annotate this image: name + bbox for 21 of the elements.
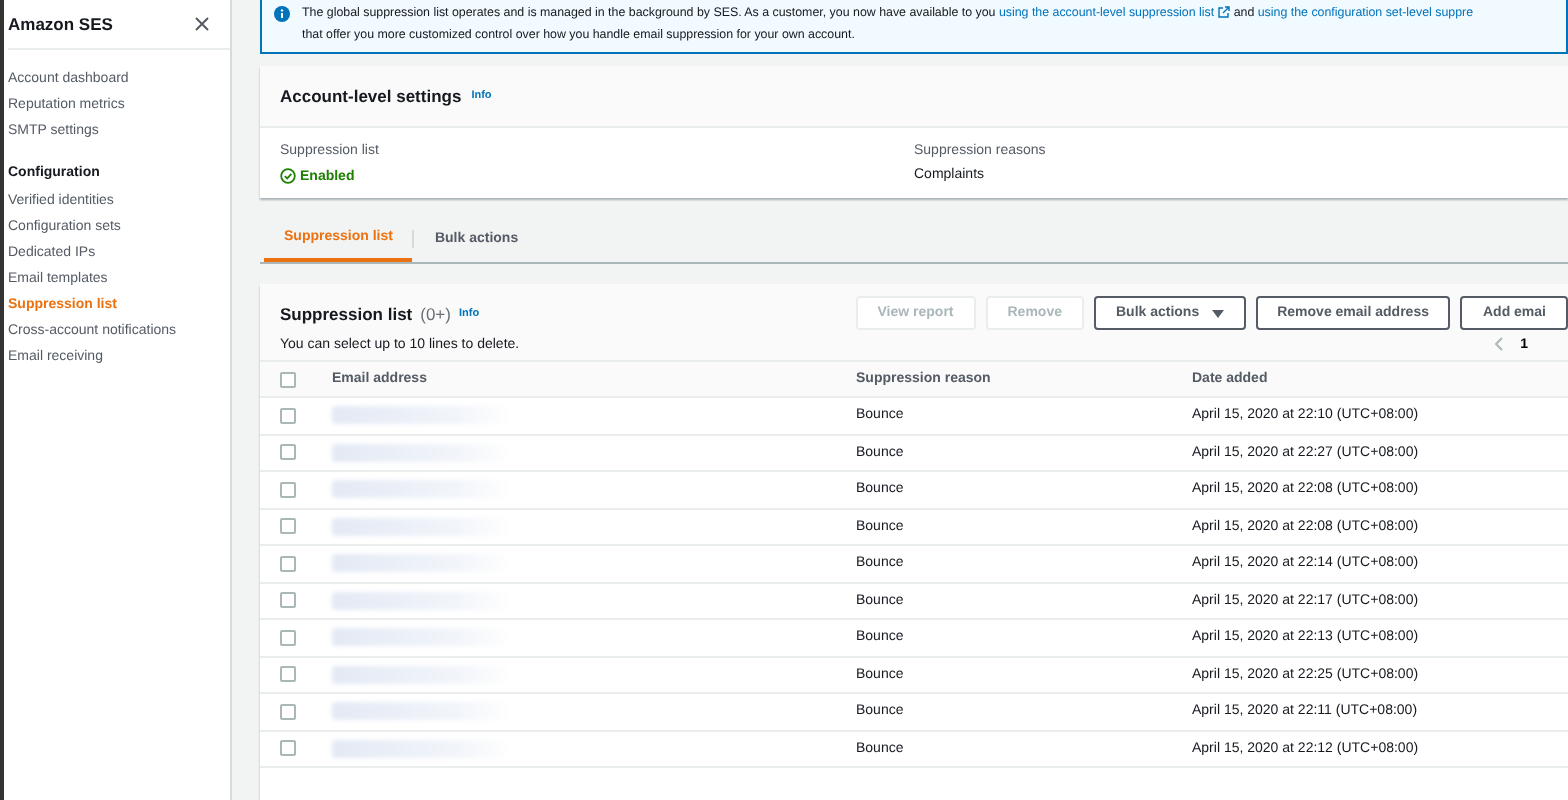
checkbox[interactable]	[280, 666, 296, 683]
checkbox[interactable]	[280, 481, 296, 498]
check-circle-icon	[280, 168, 296, 184]
section-title: Account-level settings	[280, 86, 462, 106]
section-title: Suppression list	[280, 303, 413, 323]
close-icon[interactable]	[194, 16, 210, 32]
checkbox[interactable]	[280, 740, 296, 757]
checkbox[interactable]	[280, 555, 296, 572]
checkbox[interactable]	[280, 703, 296, 720]
item-count: (0+)	[420, 303, 451, 323]
sidebar-title: Amazon SES	[8, 14, 113, 34]
external-link-icon	[1218, 6, 1231, 18]
checkbox[interactable]	[280, 592, 296, 609]
checkbox[interactable]	[280, 407, 296, 424]
caret-icon	[1211, 309, 1224, 317]
chevron-left-icon[interactable]	[1494, 336, 1505, 352]
checkbox[interactable]	[280, 371, 296, 387]
info-icon	[274, 6, 290, 22]
checkbox[interactable]	[280, 629, 296, 646]
checkbox[interactable]	[280, 518, 296, 535]
checkbox[interactable]	[280, 444, 296, 461]
